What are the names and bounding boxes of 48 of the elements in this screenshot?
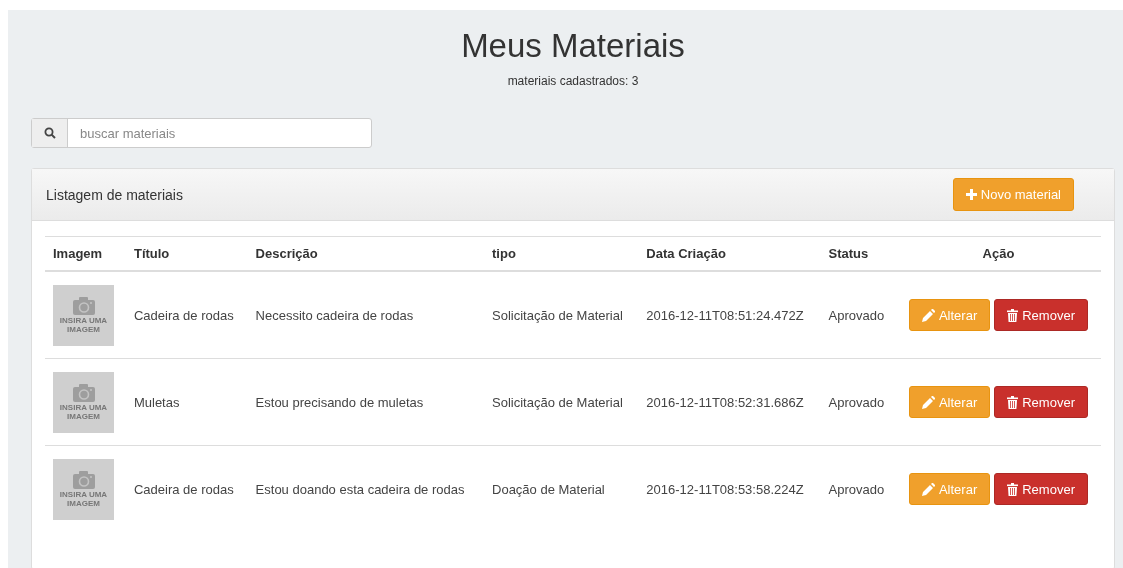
table-cell: 2016-12-11T08:53:58.224Z — [638, 445, 821, 532]
table-cell: 2016-12-11T08:52:31.686Z — [638, 358, 821, 446]
image-caption: INSIRA UMA IMAGEM — [58, 490, 109, 508]
column-header: Título — [125, 236, 248, 271]
edit-button[interactable]: Alterar — [908, 473, 991, 505]
table-cell: 2016-12-11T08:51:24.472Z — [638, 271, 821, 359]
table-cell: Aprovado — [820, 445, 896, 532]
pencil-icon — [921, 482, 935, 496]
column-header: Ação — [895, 236, 1101, 271]
camera-icon — [70, 470, 97, 490]
table-cell: Doação de Material — [484, 445, 639, 532]
table-cell: Aprovado — [820, 358, 896, 446]
search-field[interactable]: buscar materiais — [31, 118, 372, 148]
remove-button[interactable]: Remover — [994, 473, 1088, 505]
remove-button[interactable]: Remover — [994, 299, 1088, 331]
table-cell: Muletas — [125, 358, 248, 446]
column-header: Status — [820, 236, 896, 271]
edit-button[interactable]: Alterar — [908, 299, 991, 331]
column-header: Descrição — [247, 236, 484, 271]
column-header: Imagem — [45, 236, 126, 271]
camera-icon — [70, 383, 97, 403]
column-header: Data Criação — [638, 236, 821, 271]
column-header: tipo — [484, 236, 639, 271]
pencil-icon — [921, 395, 935, 409]
new-material-button[interactable]: Novo material — [952, 178, 1074, 211]
table-cell: Solicitação de Material — [484, 271, 639, 359]
table-cell: Estou doando esta cadeira de rodas — [247, 445, 484, 532]
plus-icon — [965, 189, 977, 200]
image-caption: INSIRA UMA IMAGEM — [58, 403, 109, 421]
trash-icon — [1007, 482, 1019, 496]
table-cell: Estou precisando de muletas — [247, 358, 484, 446]
search-input[interactable]: buscar materiais — [68, 119, 371, 147]
table-cell: Aprovado — [820, 271, 896, 359]
remove-button[interactable]: Remover — [994, 386, 1088, 418]
pencil-icon — [921, 308, 935, 322]
page-title: Meus Materiais — [460, 26, 686, 65]
table-cell: Cadeira de rodas — [125, 445, 248, 532]
panel-title: Listagem de materiais — [46, 186, 183, 203]
search-icon — [43, 127, 56, 139]
camera-icon — [70, 296, 97, 316]
image-caption: INSIRA UMA IMAGEM — [58, 316, 109, 334]
trash-icon — [1007, 395, 1019, 409]
materials-count: materiais cadastrados: 3 — [506, 74, 640, 88]
table-cell: Necessito cadeira de rodas — [247, 271, 484, 359]
table-cell: Cadeira de rodas — [125, 271, 248, 359]
trash-icon — [1007, 308, 1019, 322]
table-cell: Solicitação de Material — [484, 358, 639, 446]
edit-button[interactable]: Alterar — [908, 386, 991, 418]
